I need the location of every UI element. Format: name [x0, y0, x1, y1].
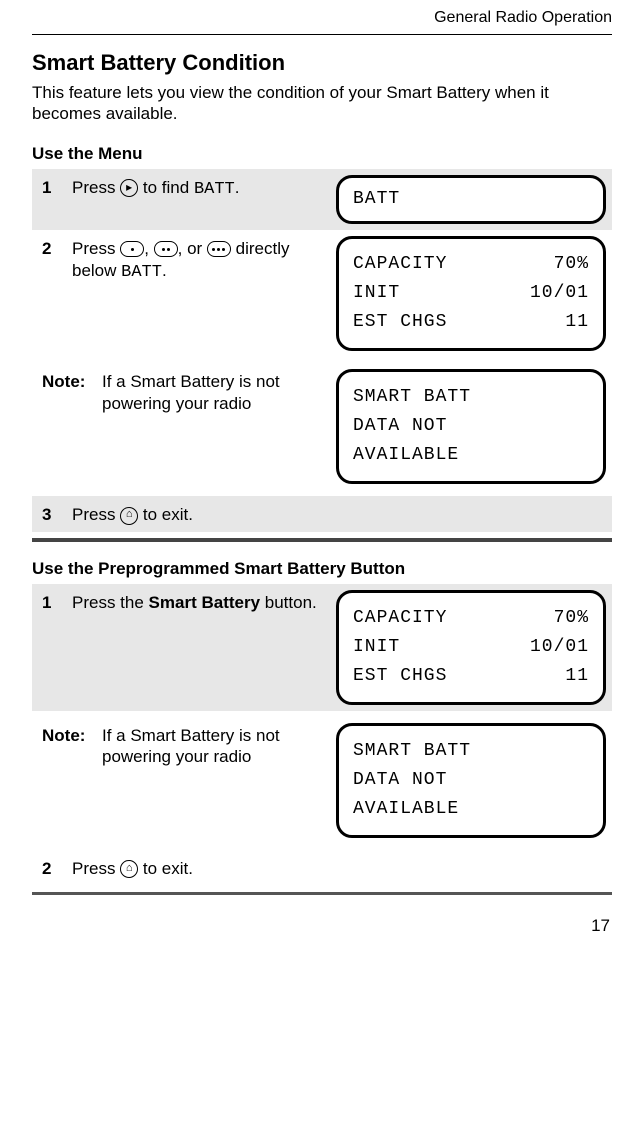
note-text: If a Smart Battery is not powering your … [102, 723, 326, 769]
step-text: Press ⌂ to exit. [72, 856, 606, 880]
subsection1-title: Use the Menu [32, 143, 612, 165]
step-text: Press ⌂ to exit. [72, 502, 606, 526]
note-label: Note: [42, 369, 92, 393]
divider-rule [32, 538, 612, 542]
display-screen-capacity: CAPACITY70% INIT10/01 EST CHGS11 [336, 590, 606, 705]
menu-step-2: 2 Press , , or directly below BATT. CAPA… [32, 230, 612, 357]
menu-step-3: 3 Press ⌂ to exit. [32, 496, 612, 532]
divider-rule [32, 892, 612, 895]
step-number: 1 [42, 590, 62, 614]
display-screen-capacity: CAPACITY70% INIT10/01 EST CHGS11 [336, 236, 606, 351]
softkey-1-icon [120, 241, 144, 257]
header-rule [32, 34, 612, 35]
intro-text: This feature lets you view the condition… [32, 82, 612, 126]
subsection2-title: Use the Preprogrammed Smart Battery Butt… [32, 558, 612, 580]
navigate-icon: ▸ [120, 179, 138, 197]
button-step-1: 1 Press the Smart Battery button. CAPACI… [32, 584, 612, 711]
home-icon: ⌂ [120, 860, 138, 878]
step-text: Press ▸ to find BATT. [72, 175, 326, 201]
menu-step-1: 1 Press ▸ to find BATT. BATT [32, 169, 612, 230]
menu-note: Note: If a Smart Battery is not powering… [32, 363, 612, 490]
note-label: Note: [42, 723, 92, 747]
home-icon: ⌂ [120, 507, 138, 525]
step-number: 1 [42, 175, 62, 199]
display-screen-batt: BATT [336, 175, 606, 224]
button-note: Note: If a Smart Battery is not powering… [32, 717, 612, 844]
display-screen-not-available: SMART BATT DATA NOT AVAILABLE [336, 723, 606, 838]
step-number: 2 [42, 236, 62, 260]
step-text: Press the Smart Battery button. [72, 590, 326, 614]
button-step-2: 2 Press ⌂ to exit. [32, 850, 612, 886]
step-text: Press , , or directly below BATT. [72, 236, 326, 284]
step-number: 2 [42, 856, 62, 880]
softkey-2-icon [154, 241, 178, 257]
note-text: If a Smart Battery is not powering your … [102, 369, 326, 415]
step-number: 3 [42, 502, 62, 526]
running-header: General Radio Operation [32, 8, 612, 34]
page-number: 17 [32, 915, 612, 937]
softkey-3-icon [207, 241, 231, 257]
display-screen-not-available: SMART BATT DATA NOT AVAILABLE [336, 369, 606, 484]
section-title: Smart Battery Condition [32, 49, 612, 77]
